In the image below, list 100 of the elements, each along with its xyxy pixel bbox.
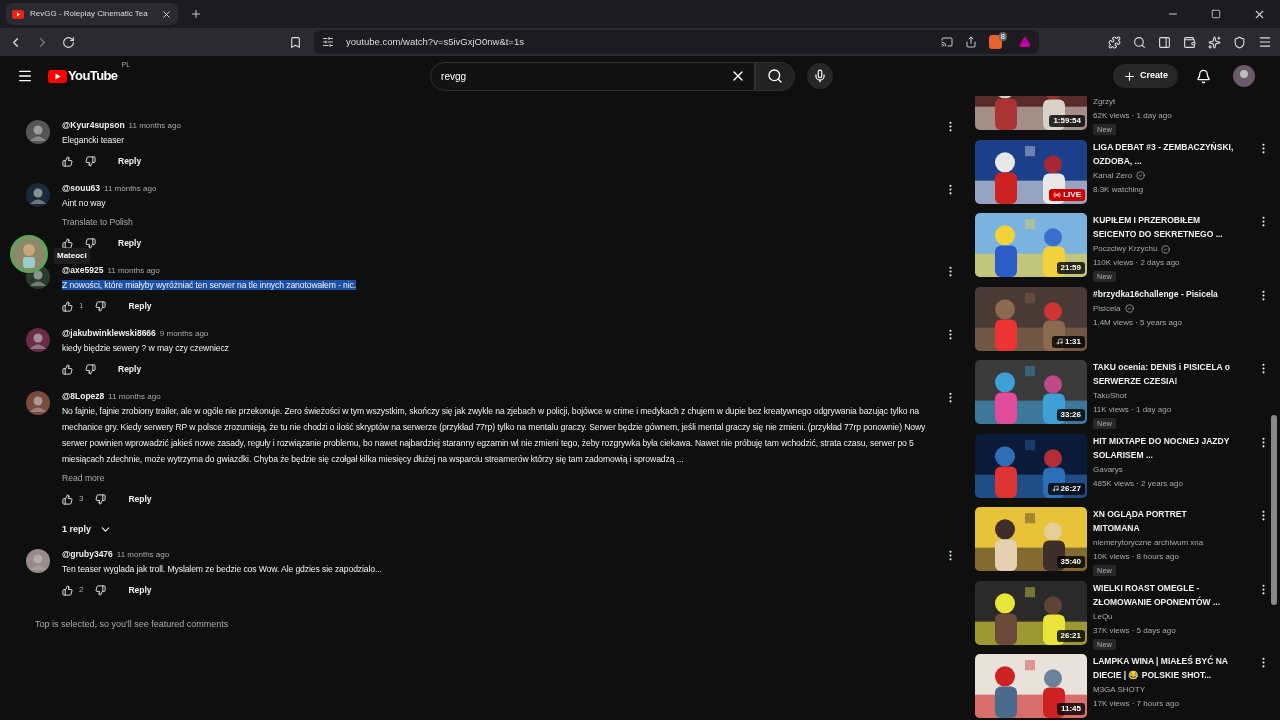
bookmark-icon[interactable] bbox=[289, 35, 302, 49]
shield-outline-icon[interactable] bbox=[1233, 35, 1246, 49]
channel-name[interactable]: Poczciwy Krzychu bbox=[1093, 242, 1158, 256]
channel-name[interactable]: Zgrzyt bbox=[1093, 96, 1116, 109]
channel-name[interactable]: niemerytoryczne archiwum xna bbox=[1093, 536, 1204, 550]
video-thumbnail[interactable]: 35:40 bbox=[975, 507, 1087, 571]
share-icon[interactable] bbox=[964, 36, 977, 48]
video-title[interactable]: HIT MIXTAPE DO NOCNEJ JAZDY SOLARISEM ... bbox=[1093, 433, 1234, 462]
video-title[interactable]: WIELKI ROAST OMEGLE - ZŁOMOWANIE OPONENTÓW ... bbox=[1093, 580, 1234, 609]
like-icon[interactable] bbox=[62, 300, 73, 312]
avatar[interactable] bbox=[26, 549, 50, 573]
logo-text: YouTube bbox=[68, 67, 118, 86]
video-title[interactable]: XN OGLĄDA PORTRET MITOMANA bbox=[1093, 507, 1234, 535]
reload-icon[interactable] bbox=[62, 35, 75, 49]
comment-time[interactable]: 11 months ago bbox=[104, 184, 157, 194]
like-count: 2 bbox=[79, 584, 84, 596]
channel-name[interactable]: Kanal Zero bbox=[1093, 168, 1133, 183]
search-button[interactable] bbox=[755, 61, 796, 91]
avatar[interactable] bbox=[26, 183, 50, 207]
video-thumbnail[interactable]: 21:59 bbox=[975, 213, 1087, 277]
comment-author[interactable]: @jakubwinklewski8666 bbox=[62, 328, 156, 338]
scrollbar-thumb[interactable] bbox=[1271, 415, 1277, 605]
menu-icon[interactable] bbox=[1258, 35, 1272, 49]
sparkle-icon[interactable] bbox=[1208, 35, 1221, 49]
dislike-icon[interactable] bbox=[85, 155, 96, 167]
like-icon[interactable] bbox=[62, 493, 73, 505]
voice-search-button[interactable] bbox=[807, 63, 834, 89]
translate-link[interactable]: Translate to Polish bbox=[62, 217, 133, 227]
like-icon[interactable] bbox=[62, 237, 73, 249]
video-thumbnail[interactable]: 1:31 bbox=[975, 286, 1087, 351]
video-title[interactable]: TAKU ocenia: DENIS i PISICELA o SERWERZE CZESIA! bbox=[1093, 360, 1234, 388]
dislike-icon[interactable] bbox=[95, 584, 107, 596]
comment-author[interactable]: @axe5925 bbox=[62, 265, 104, 275]
replies-toggle[interactable]: 1 reply bbox=[62, 522, 113, 536]
sidebar-icon[interactable] bbox=[1158, 35, 1171, 49]
reply-button[interactable]: Reply bbox=[128, 299, 152, 313]
duration-badge: 35:40 bbox=[1056, 556, 1085, 568]
search-value: revgg bbox=[441, 69, 468, 84]
like-icon[interactable] bbox=[62, 155, 73, 167]
channel-name[interactable]: LeQu bbox=[1093, 609, 1113, 624]
comment-author[interactable]: @Kyur4supson bbox=[62, 120, 125, 130]
video-title[interactable]: LIGA DEBAT #3 - ZEMBACZYŃSKI, OZDOBA, ... bbox=[1093, 139, 1234, 168]
channel-name[interactable]: Gavarys bbox=[1093, 462, 1123, 477]
video-title[interactable]: #brzydka16challenge - Pisicela bbox=[1093, 286, 1234, 301]
reply-button[interactable]: Reply bbox=[118, 362, 142, 376]
cast-icon[interactable] bbox=[940, 36, 953, 48]
address-bar[interactable]: youtube.com/watch?v=s5ivGxjO0nw&t=1s 8 bbox=[314, 30, 1039, 54]
comment-text: No fajnie, fajnie zrobiony trailer, ale w ogóle nie przekonuje. Zero świeżości w tym wszystkim, skończy się jak zwykle na zjebach w policji, bojówce w crime i medykach z chujem w dupie bez kreatywnego odgrywania bazując tylko na mechanice gry. Kiedy serwery RP w polsce zrozumieją, że tu nie chodzi o ilość skryptów na serwerze (przykład 77rp) tylko na mentalu graczy. Serwer będzie gównem, jeśli mental graczy się nie zmieni. (przykład 77rp ponownie) Nowy serwer powinien wprowadzić jakieś nowe zasady, reguły i rozwiązanie problemu, bo nawet najbardziej staranny egzamin wl nie zmieni tego, żeby rozgrywka była ciekawa. Nawet nie próbuję tam wchodzić, strata czasu, serwer po 5 miesiącach zdechnie, może wytrzyma do gwiazdki. Chyba że będzie się czołgał kilka miesięcy dłużej na wsparciu streamerów którzy się tam zadomowią i sprowadzą ... bbox=[62, 406, 926, 464]
reply-button[interactable]: Reply bbox=[128, 583, 152, 597]
comment-author[interactable]: @8Lopez8 bbox=[62, 391, 105, 401]
sort-note: Top is selected, so you'll see featured comments bbox=[35, 618, 230, 631]
comment-time[interactable]: 9 months ago bbox=[159, 329, 209, 339]
comment-author[interactable]: @souu63 bbox=[62, 183, 101, 193]
comment-author[interactable]: @gruby3476 bbox=[62, 549, 113, 559]
extensions-icon[interactable] bbox=[1108, 35, 1121, 49]
tab-title: RevGG - Roleplay Cinematic Tea bbox=[30, 8, 149, 20]
create-button[interactable]: Create bbox=[1113, 64, 1178, 88]
reply-button[interactable]: Reply bbox=[118, 154, 142, 168]
like-icon[interactable] bbox=[62, 584, 73, 596]
video-thumbnail[interactable]: 11:45 bbox=[975, 654, 1087, 718]
search-field[interactable]: revgg bbox=[430, 61, 756, 91]
video-thumbnail[interactable]: 26:27 bbox=[975, 433, 1087, 498]
site-settings-icon[interactable] bbox=[322, 36, 334, 48]
video-thumbnail[interactable]: LIVE bbox=[975, 139, 1087, 204]
browser-tab[interactable]: RevGG - Roleplay Cinematic Tea bbox=[6, 3, 178, 25]
dislike-icon[interactable] bbox=[95, 493, 107, 505]
youtube-favicon bbox=[12, 9, 24, 19]
video-thumbnail[interactable]: 26:21 bbox=[975, 580, 1087, 645]
comment-time[interactable]: 11 months ago bbox=[108, 392, 161, 402]
wallet-icon[interactable] bbox=[1183, 35, 1196, 49]
video-thumbnail[interactable]: 1:59:54 bbox=[975, 96, 1087, 130]
read-more-link[interactable]: Read more bbox=[62, 473, 105, 483]
avatar[interactable] bbox=[26, 391, 50, 415]
duration-badge: 11:45 bbox=[1056, 703, 1085, 715]
triangle-icon[interactable] bbox=[1019, 36, 1031, 48]
video-thumbnail[interactable]: 33:26 bbox=[975, 360, 1087, 424]
account-avatar[interactable] bbox=[1233, 65, 1255, 87]
video-title[interactable]: KUPIŁEM I PRZEROBIŁEM SEICENTO DO SEKRETNEGO ... bbox=[1093, 213, 1234, 241]
channel-name[interactable]: M3GA SHOTY bbox=[1093, 683, 1145, 697]
comment-time[interactable]: 11 months ago bbox=[128, 121, 181, 131]
channel-name[interactable]: TakuShot bbox=[1093, 389, 1127, 403]
dislike-icon[interactable] bbox=[85, 363, 96, 375]
tooltip: Mateoci bbox=[54, 247, 90, 264]
notifications-icon[interactable] bbox=[1196, 68, 1211, 84]
close-icon[interactable] bbox=[161, 8, 172, 20]
reply-button[interactable]: Reply bbox=[128, 492, 152, 506]
avatar[interactable] bbox=[26, 120, 50, 144]
channel-name[interactable]: Pisicela bbox=[1093, 301, 1121, 316]
maximize-icon[interactable] bbox=[1211, 9, 1221, 19]
comment-time[interactable]: 11 months ago bbox=[116, 550, 170, 560]
video-title[interactable]: LAMPKA WINA | MIAŁEŚ BYĆ NA DIECIE | 😂 POLSKIE SHOT... bbox=[1093, 654, 1234, 682]
dislike-icon[interactable] bbox=[85, 237, 96, 249]
comment-time[interactable]: 11 months ago bbox=[107, 266, 160, 276]
avatar[interactable] bbox=[26, 328, 50, 352]
search-icon[interactable] bbox=[1133, 35, 1146, 49]
new-tab-icon[interactable] bbox=[190, 8, 202, 20]
menu-icon[interactable] bbox=[17, 68, 33, 84]
like-icon[interactable] bbox=[62, 363, 73, 375]
reply-button[interactable]: Reply bbox=[118, 236, 142, 250]
dislike-icon[interactable] bbox=[95, 300, 107, 312]
